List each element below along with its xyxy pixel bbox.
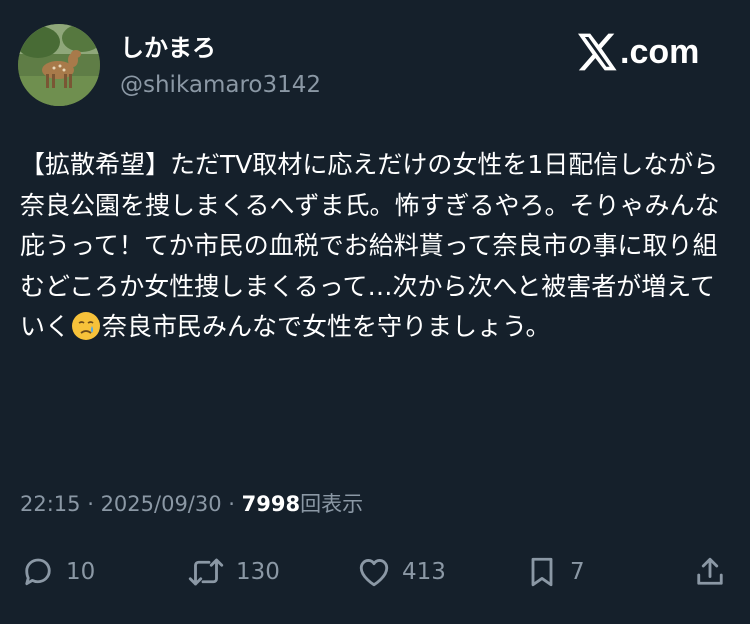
like-count: 413: [402, 559, 446, 585]
tweet-meta: 22:15 · 2025/09/30 · 7998回表示: [20, 489, 363, 519]
reply-button[interactable]: 10: [20, 554, 95, 590]
author-display-name[interactable]: しかまろ: [120, 32, 216, 64]
meta-separator: ·: [221, 492, 242, 516]
bookmark-icon: [531, 557, 553, 587]
meta-separator: ·: [80, 492, 101, 516]
tweet-text: 【拡散希望】ただTV取材に応えだけの女性を1日配信しながら奈良公園を捜しまくるへ…: [20, 145, 732, 348]
share-icon: [697, 557, 723, 585]
heart-icon: [359, 559, 389, 587]
tweet-time[interactable]: 22:15: [20, 492, 81, 516]
share-button[interactable]: [692, 554, 728, 590]
bookmark-count: 7: [570, 559, 585, 585]
reply-count: 10: [66, 559, 96, 585]
like-button[interactable]: 413: [356, 554, 446, 590]
retweet-icon: [188, 558, 224, 586]
x-logo-icon: [578, 33, 617, 71]
views-label: 回表示: [300, 492, 364, 516]
brand-domain-text: .com: [620, 33, 700, 71]
author-handle[interactable]: @shikamaro3142: [120, 70, 321, 100]
action-bar: 10 130 413 7: [0, 548, 750, 596]
x-brand: .com: [578, 30, 699, 74]
tweet-date[interactable]: 2025/09/30: [101, 492, 222, 516]
avatar[interactable]: [18, 24, 100, 106]
deer-photo-avatar: [18, 24, 100, 106]
retweet-count: 130: [236, 559, 280, 585]
bookmark-button[interactable]: 7: [524, 554, 585, 590]
views-count: 7998: [241, 492, 301, 516]
tweet-text-part2: 奈良市民みんなで女性を守りましょう。: [102, 312, 551, 341]
retweet-button[interactable]: 130: [186, 554, 280, 590]
reply-icon: [25, 558, 51, 586]
crying-face-emoji-icon: [70, 311, 102, 341]
